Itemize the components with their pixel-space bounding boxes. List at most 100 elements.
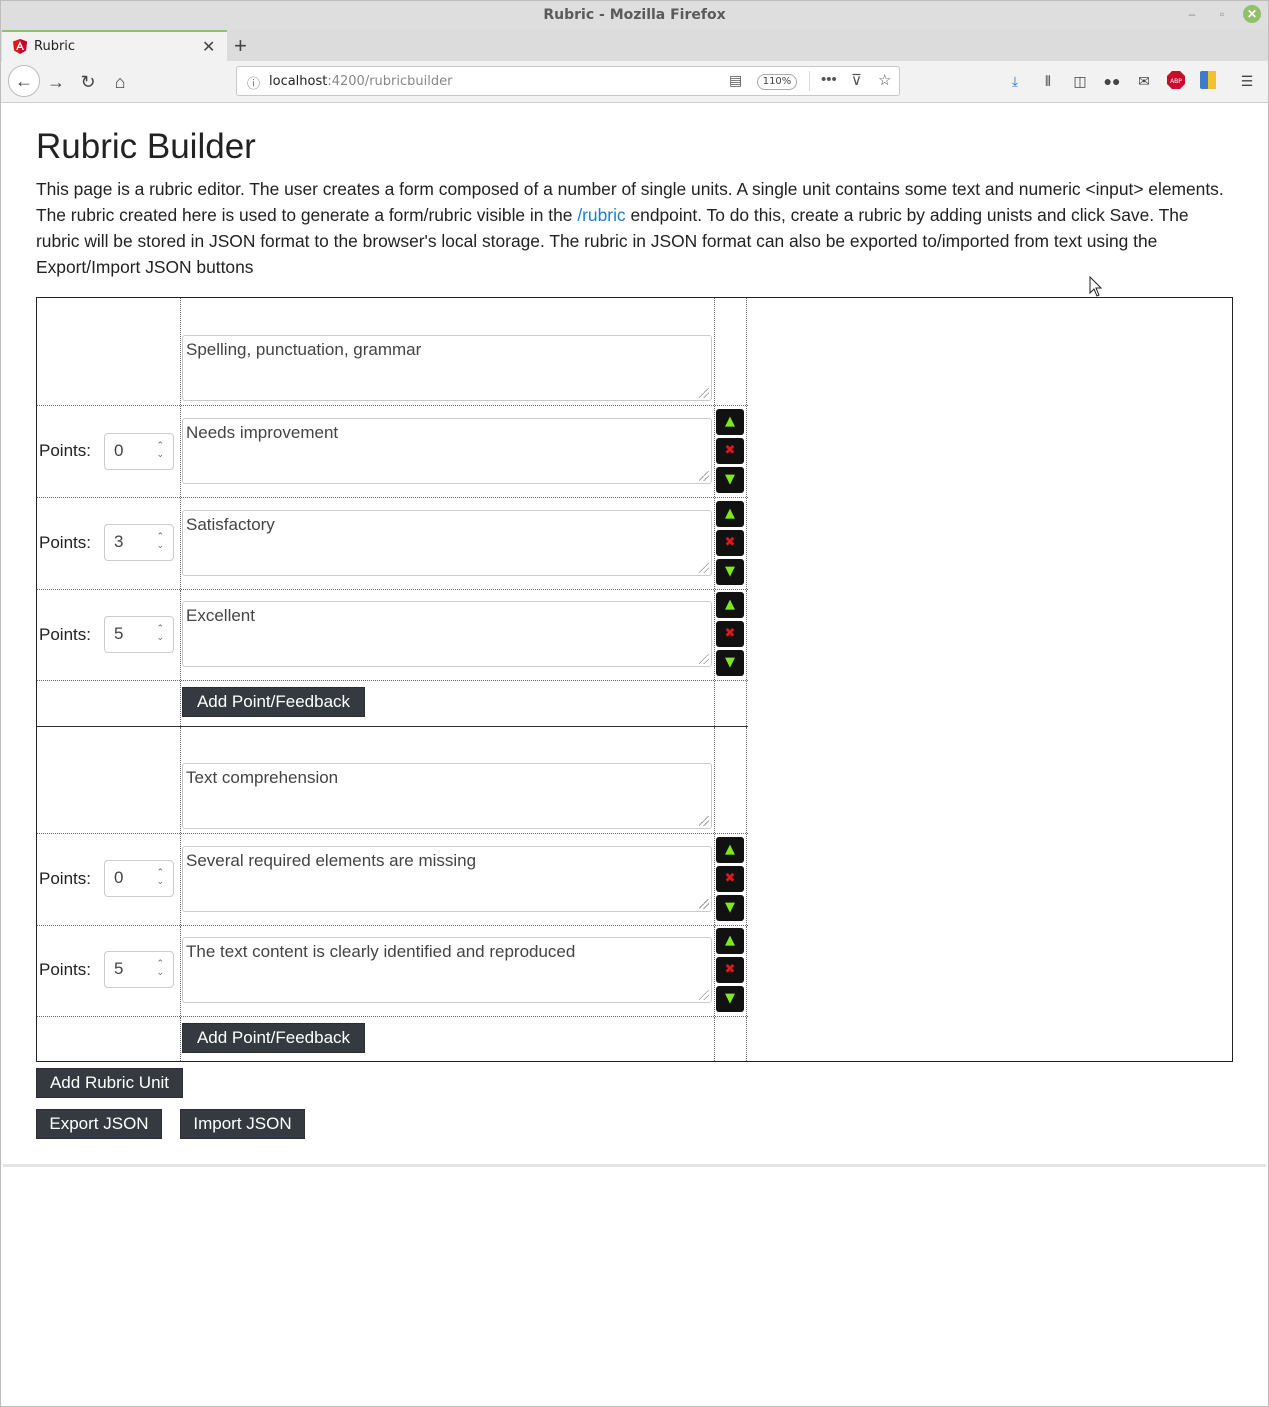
add-rubric-unit-button[interactable]: Add Rubric Unit: [36, 1068, 183, 1098]
resize-handle-icon[interactable]: [699, 899, 709, 909]
delete-icon[interactable]: ✖: [716, 621, 744, 647]
unit-title-row: Text comprehension: [37, 727, 748, 834]
angular-icon: [13, 39, 27, 54]
resize-handle-icon[interactable]: [699, 471, 709, 481]
pocket-icon[interactable]: ⊽: [851, 71, 862, 89]
minimize-icon[interactable]: –: [1183, 5, 1201, 23]
add-point-feedback-button[interactable]: Add Point/Feedback: [182, 1023, 365, 1053]
add-feedback-row: Add Point/Feedback: [37, 1017, 748, 1061]
move-down-icon[interactable]: ▼: [716, 559, 744, 585]
move-up-icon[interactable]: ▲: [716, 501, 744, 527]
navigation-toolbar: ← → ↻ ⌂ ⓘ localhost:4200/rubricbuilder ▤…: [0, 61, 1269, 103]
incognito-icon[interactable]: ●●: [1102, 71, 1122, 91]
points-input[interactable]: 0 ⌃ ⌄: [104, 433, 174, 470]
move-up-icon[interactable]: ▲: [716, 409, 744, 435]
import-json-button[interactable]: Import JSON: [180, 1109, 305, 1139]
library-icon[interactable]: ⫴: [1038, 71, 1058, 91]
close-tab-icon[interactable]: ✕: [202, 37, 215, 57]
page-title: Rubric Builder: [36, 127, 256, 166]
points-input[interactable]: 3 ⌃ ⌄: [104, 524, 174, 561]
spinner-icon[interactable]: ⌃ ⌄: [156, 624, 164, 642]
move-up-icon[interactable]: ▲: [716, 928, 744, 954]
delete-icon[interactable]: ✖: [716, 957, 744, 983]
home-icon[interactable]: ⌂: [107, 69, 133, 95]
address-bar[interactable]: ⓘ localhost:4200/rubricbuilder ▤ 110% ••…: [236, 66, 900, 96]
feedback-textarea[interactable]: Excellent: [182, 601, 712, 667]
feedback-row: Points: 0 ⌃ ⌄ Several required elements ar…: [37, 834, 748, 926]
delete-icon[interactable]: ✖: [716, 530, 744, 556]
reader-view-icon[interactable]: ▤: [729, 72, 742, 89]
export-json-button[interactable]: Export JSON: [36, 1109, 162, 1139]
close-window-icon[interactable]: ✕: [1243, 5, 1261, 23]
intro-text: This page is a rubric editor. The user c…: [36, 179, 1224, 277]
more-icon[interactable]: •••: [821, 71, 837, 88]
unit-title-textarea[interactable]: Spelling, punctuation, grammar: [182, 335, 712, 401]
spinner-icon[interactable]: ⌃ ⌄: [156, 959, 164, 977]
maximize-icon[interactable]: ▫: [1213, 5, 1231, 23]
feedback-textarea[interactable]: Several required elements are missing: [182, 846, 712, 912]
mail-icon[interactable]: ✉: [1134, 71, 1154, 91]
resize-handle-icon[interactable]: [699, 816, 709, 826]
svg-text:ABP: ABP: [1170, 78, 1182, 85]
points-input[interactable]: 5 ⌃ ⌄: [104, 616, 174, 653]
points-input[interactable]: 5 ⌃ ⌄: [104, 951, 174, 988]
move-down-icon[interactable]: ▼: [716, 467, 744, 493]
new-tab-icon[interactable]: +: [234, 33, 247, 59]
points-label: Points:: [39, 533, 91, 552]
resize-handle-icon[interactable]: [699, 990, 709, 1000]
spinner-icon[interactable]: ⌃ ⌄: [156, 868, 164, 886]
reload-icon[interactable]: ↻: [75, 69, 101, 95]
feedback-row: Points: 5 ⌃ ⌄ Excellent ▲ ✖ ▼: [37, 590, 748, 681]
mouse-cursor-icon: [1089, 276, 1103, 297]
tab-title: Rubric: [34, 39, 76, 54]
move-down-icon[interactable]: ▼: [716, 895, 744, 921]
points-input[interactable]: 0 ⌃ ⌄: [104, 860, 174, 897]
spinner-icon[interactable]: ⌃ ⌄: [156, 441, 164, 459]
add-feedback-row: Add Point/Feedback: [37, 681, 748, 726]
adblock-shape: ABP: [1167, 71, 1185, 89]
rubric-link[interactable]: /rubric: [577, 205, 625, 225]
bookmark-star-icon[interactable]: ☆: [878, 71, 891, 89]
spinner-icon[interactable]: ⌃ ⌄: [156, 532, 164, 550]
window-title: Rubric - Mozilla Firefox: [543, 7, 726, 23]
delete-icon[interactable]: ✖: [716, 866, 744, 892]
forward-icon[interactable]: →: [43, 69, 69, 95]
move-down-icon[interactable]: ▼: [716, 650, 744, 676]
zoom-level[interactable]: 110%: [757, 74, 797, 90]
points-label: Points:: [39, 441, 91, 460]
feedback-textarea[interactable]: Needs improvement: [182, 418, 712, 484]
feedback-row: Points: 0 ⌃ ⌄ Needs improvement ▲ ✖ ▼: [37, 406, 748, 498]
add-point-feedback-button[interactable]: Add Point/Feedback: [182, 687, 365, 717]
resize-handle-icon[interactable]: [699, 563, 709, 573]
page-content: Rubric Builder This page is a rubric edi…: [3, 103, 1266, 1167]
url-text[interactable]: localhost:4200/rubricbuilder: [269, 74, 452, 89]
move-down-icon[interactable]: ▼: [716, 986, 744, 1012]
tab-strip: Rubric ✕ +: [0, 30, 1269, 61]
adblock-icon[interactable]: ABP: [1166, 71, 1186, 91]
info-icon[interactable]: ⓘ: [247, 73, 260, 92]
menu-icon[interactable]: ☰: [1237, 71, 1257, 91]
tab-rubric[interactable]: Rubric ✕: [2, 30, 227, 61]
download-icon[interactable]: ⤓: [1005, 71, 1025, 91]
unit-title-row: Spelling, punctuation, grammar: [37, 298, 748, 406]
divider: [809, 71, 810, 91]
points-label: Points:: [39, 869, 91, 888]
feedback-textarea[interactable]: Satisfactory: [182, 510, 712, 576]
rubric-builder-table: Spelling, punctuation, grammar Points: 0…: [36, 297, 1233, 1062]
feedback-row: Points: 5 ⌃ ⌄ The text content is clearly …: [37, 926, 748, 1017]
extension-shape: [1200, 71, 1216, 89]
move-up-icon[interactable]: ▲: [716, 837, 744, 863]
extension-icon[interactable]: [1198, 71, 1218, 91]
points-label: Points:: [39, 625, 91, 644]
delete-icon[interactable]: ✖: [716, 438, 744, 464]
points-label: Points:: [39, 960, 91, 979]
unit-title-textarea[interactable]: Text comprehension: [182, 763, 712, 829]
resize-handle-icon[interactable]: [699, 654, 709, 664]
move-up-icon[interactable]: ▲: [716, 592, 744, 618]
back-icon[interactable]: ←: [8, 65, 40, 97]
resize-handle-icon[interactable]: [699, 388, 709, 398]
feedback-row: Points: 3 ⌃ ⌄ Satisfactory ▲ ✖ ▼: [37, 498, 748, 590]
sidebar-icon[interactable]: ◫: [1070, 71, 1090, 91]
feedback-textarea[interactable]: The text content is clearly identified a…: [182, 937, 712, 1003]
window-titlebar: Rubric - Mozilla Firefox – ▫ ✕: [0, 0, 1269, 30]
